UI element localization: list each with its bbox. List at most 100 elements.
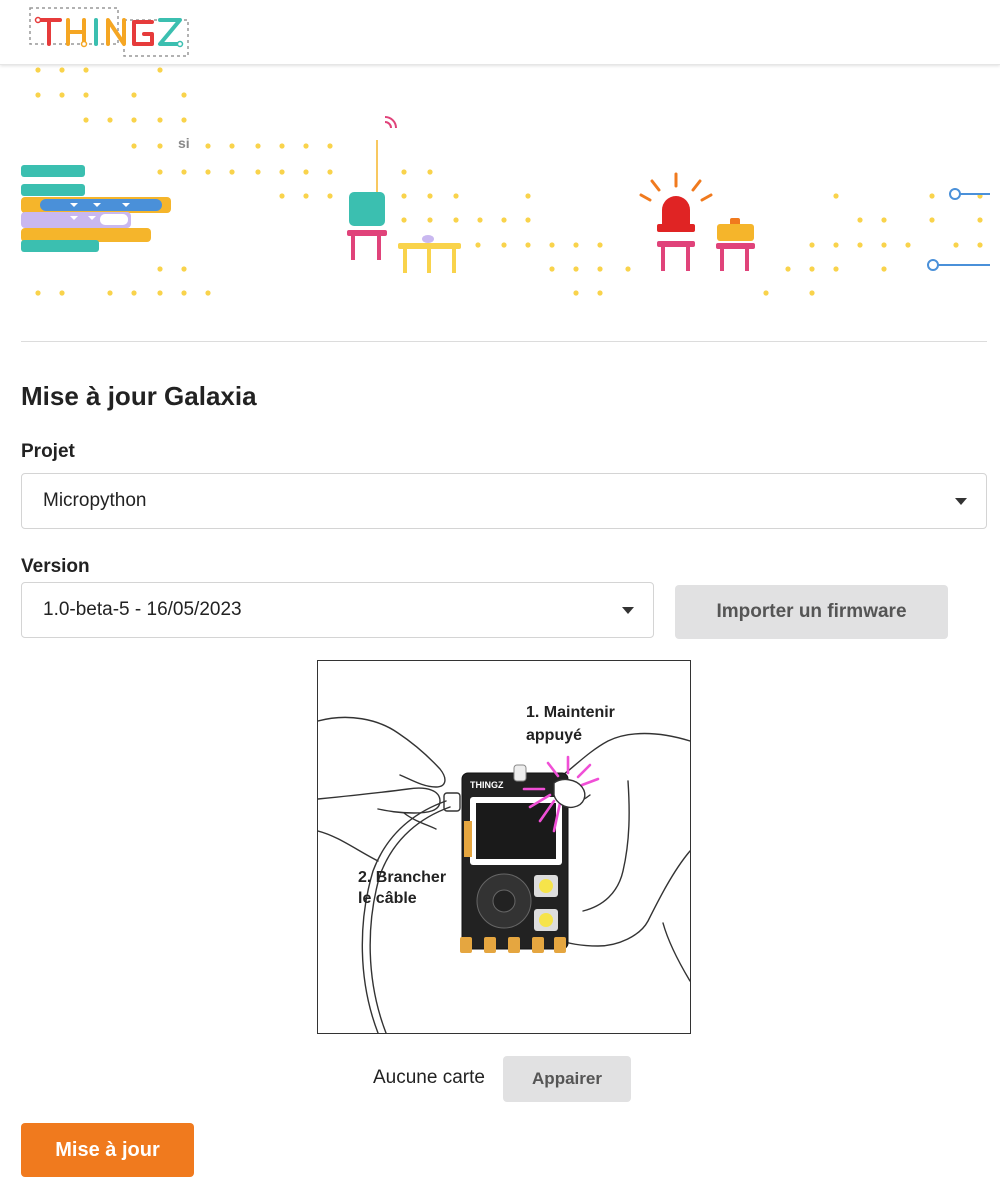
banner-dot [785,266,791,272]
banner-dot [205,143,211,149]
top-bar [0,0,1000,65]
thingz-logo[interactable] [28,4,193,60]
banner-dot [327,169,333,175]
table-illustration [398,235,461,273]
section-divider [21,341,987,342]
banner-dot [929,217,935,223]
banner-dot [83,117,89,123]
banner-dot [501,217,507,223]
galaxia-device-drawing [460,764,569,953]
banner-dot [181,266,187,272]
banner-dot [59,92,65,98]
banner-dot [35,92,41,98]
banner-dot [131,143,137,149]
project-select-value: Micropython [43,490,147,511]
banner-dot [279,169,285,175]
project-label: Projet [21,441,75,462]
page-title: Mise à jour Galaxia [21,381,257,411]
pairing-status: Aucune carte [373,1067,485,1088]
version-select-value: 1.0-beta-5 - 16/05/2023 [43,599,242,620]
code-blocks-illustration [21,165,171,252]
step2-line1: 2. Brancher [358,869,446,886]
banner-dot [59,67,65,73]
banner-dot [205,290,211,296]
chevron-down-icon [622,607,634,614]
radio-module-illustration [347,116,397,260]
banner-dot [83,67,89,73]
banner-dot [833,266,839,272]
banner-dot [107,117,113,123]
banner-dot [573,290,579,296]
banner-dot [157,117,163,123]
banner-dot [59,290,65,296]
banner-dot [157,290,163,296]
project-select[interactable]: Micropython [21,473,987,529]
banner-dot [205,169,211,175]
banner-dot [327,193,333,199]
decorative-banner: si [21,67,990,296]
banner-dot [255,169,261,175]
banner-dot [107,290,113,296]
banner-dot [181,290,187,296]
banner-dot [157,67,163,73]
banner-dot [131,92,137,98]
banner-dot [131,290,137,296]
banner-dot [477,217,483,223]
banner-dot [279,193,285,199]
banner-dot [625,266,631,272]
banner-dot [427,169,433,175]
step1-line2: appuyé [526,727,582,744]
import-firmware-button[interactable]: Importer un firmware [675,585,948,639]
banner-dot [83,92,89,98]
step2-line2: le câble [358,890,417,907]
banner-dot [525,193,531,199]
banner-dot [427,193,433,199]
banner-dot [157,266,163,272]
version-label: Version [21,556,90,577]
button-module-illustration [716,218,755,271]
banner-dot [977,242,983,248]
banner-dot [809,242,815,248]
banner-dot [573,242,579,248]
banner-dot [881,242,887,248]
banner-dot [401,169,407,175]
update-button[interactable]: Mise à jour [21,1123,194,1177]
banner-dot [303,193,309,199]
banner-dot [181,169,187,175]
pair-button[interactable]: Appairer [503,1056,631,1102]
banner-dot [763,290,769,296]
banner-dot [501,242,507,248]
banner-dot [453,217,459,223]
banner-dot [181,117,187,123]
instruction-image: THINGZ 1. Maintenir appuyé 2. Brancher l… [317,660,691,1034]
wire-illustration [927,188,990,271]
siren-illustration [639,172,713,271]
banner-dots [35,67,983,296]
banner-dot [327,143,333,149]
banner-dot [881,266,887,272]
banner-dot [35,290,41,296]
banner-dot [809,266,815,272]
banner-dot [453,193,459,199]
banner-dot [35,67,41,73]
banner-dot [401,217,407,223]
version-select[interactable]: 1.0-beta-5 - 16/05/2023 [21,582,654,638]
banner-dot [525,217,531,223]
banner-dot [229,169,235,175]
banner-dot [427,217,433,223]
banner-dot [857,217,863,223]
banner-dot [157,143,163,149]
banner-dot [157,169,163,175]
banner-dot [475,242,481,248]
banner-dot [549,242,555,248]
banner-dot [809,290,815,296]
device-brand-label: THINGZ [470,780,504,790]
banner-dot [181,92,187,98]
banner-code-text: si [178,135,190,151]
banner-dot [401,193,407,199]
banner-dot [977,217,983,223]
banner-dot [525,242,531,248]
banner-dot [597,290,603,296]
banner-dot [597,266,603,272]
chevron-down-icon [955,498,967,505]
